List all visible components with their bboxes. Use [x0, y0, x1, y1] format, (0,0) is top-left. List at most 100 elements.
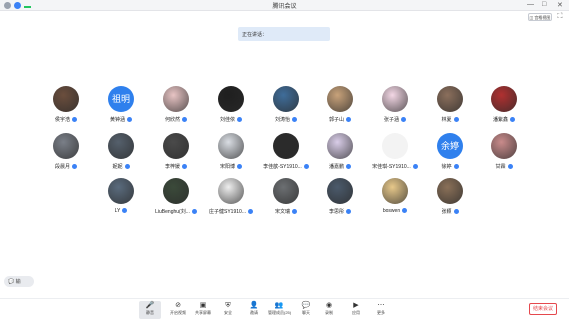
- avatar: [163, 86, 189, 112]
- participant-name-text: 张子涵: [383, 117, 399, 123]
- gallery-view-button[interactable]: ◫ 宫格视图: [528, 13, 552, 21]
- participant-tile[interactable]: 刘佳依: [203, 86, 259, 130]
- avatar: [108, 133, 134, 159]
- avatar: [218, 178, 244, 204]
- participant-tile[interactable]: LY: [93, 178, 149, 222]
- participant-name: 潘紫鑫: [476, 116, 532, 123]
- participant-name-text: 黄钟涵: [109, 117, 125, 123]
- toolbar-label: 聊天: [302, 310, 310, 315]
- close-button[interactable]: ✕: [557, 1, 563, 9]
- avatar: [108, 178, 134, 204]
- maximize-button[interactable]: □: [542, 1, 546, 8]
- participant-name: 庄子健SY1910...: [203, 208, 259, 215]
- mic-status-icon: [507, 164, 513, 170]
- participant-name-text: 甘霖: [495, 164, 506, 170]
- participant-name-text: 刘涛怡: [274, 117, 290, 123]
- mic-status-icon: [237, 164, 242, 170]
- participant-tile[interactable]: 林夏: [422, 86, 478, 130]
- participant-name: 妮妮: [93, 163, 149, 170]
- participant-tile[interactable]: 宋文瑞: [258, 178, 314, 222]
- participant-tile[interactable]: 甘霖: [476, 133, 532, 177]
- avatar: 余婷: [437, 133, 463, 159]
- participant-name-text: 李思彤: [328, 209, 344, 215]
- avatar: [491, 133, 517, 159]
- participant-tile[interactable]: 侯宇浩: [38, 86, 94, 130]
- toolbar-label: 安全: [224, 310, 232, 315]
- participant-name: 宋佳琪-SY1910...: [367, 163, 423, 170]
- chat-icon: 💬: [301, 302, 311, 309]
- toolbar-record-button[interactable]: ◉ 录制: [318, 301, 340, 319]
- participant-name: 潘嘉鹏: [312, 163, 368, 170]
- fullscreen-icon[interactable]: ⛶: [556, 13, 564, 21]
- participant-name-text: 李梓媛: [164, 164, 180, 170]
- participant-tile[interactable]: 余婷 徐婷: [422, 133, 478, 177]
- participant-name-text: 李佳歆-SY1910...: [263, 164, 302, 170]
- participant-tile[interactable]: 李思彤: [312, 178, 368, 222]
- toolbar-chat-button[interactable]: 💬 聊天: [295, 301, 317, 319]
- avatar: [327, 86, 353, 112]
- participant-tile[interactable]: boswen: [367, 178, 423, 222]
- participant-name-text: 潘嘉鹏: [328, 164, 344, 170]
- participant-tile[interactable]: 妮妮: [93, 133, 149, 177]
- participant-tile[interactable]: 段晨月: [38, 133, 94, 177]
- participant-tile[interactable]: 何欣然: [148, 86, 204, 130]
- participant-tile[interactable]: 李佳歆-SY1910...: [258, 133, 314, 177]
- minimize-button[interactable]: —: [527, 1, 534, 8]
- participant-tile[interactable]: LiuBenghu(刘...: [148, 178, 204, 222]
- avatar: [437, 178, 463, 204]
- toolbar-invite-button[interactable]: 👤 邀请: [243, 301, 265, 319]
- mic-status-icon: [72, 117, 77, 123]
- participant-tile[interactable]: 宋阳博: [203, 133, 259, 177]
- speaking-label: 正在讲话：: [242, 32, 268, 38]
- participant-name-text: 刘佳依: [219, 117, 235, 123]
- participant-tile[interactable]: 潘嘉鹏: [312, 133, 368, 177]
- toolbar-apps-button[interactable]: ▶ 应用: [345, 301, 367, 319]
- avatar: [273, 133, 299, 159]
- chat-input-pill[interactable]: 💬 输: [4, 276, 34, 287]
- participant-tile[interactable]: 张子涵: [367, 86, 423, 130]
- toolbar-label: 更多: [377, 310, 385, 315]
- avatar: [273, 178, 299, 204]
- mic-status-icon: [453, 164, 459, 170]
- participant-tile[interactable]: 庄子健SY1910...: [203, 178, 259, 222]
- participant-tile[interactable]: 李梓媛: [148, 133, 204, 177]
- toolbar-label: 共享屏幕: [195, 310, 211, 315]
- end-meeting-button[interactable]: 结束会议: [529, 303, 557, 315]
- avatar: [327, 178, 353, 204]
- toolbar-more-button[interactable]: ⋯ 更多: [370, 301, 392, 319]
- participant-name-text: 段晨月: [54, 164, 70, 170]
- participant-tile[interactable]: 刘涛怡: [258, 86, 314, 130]
- participant-name-text: boswen: [382, 208, 401, 214]
- toolbar-label: 邀请: [250, 310, 258, 315]
- toolbar-screen-share-button[interactable]: ▣ 共享屏幕: [192, 301, 214, 319]
- participant-tile[interactable]: 宋佳琪-SY1910...: [367, 133, 423, 177]
- toolbar-shield-button[interactable]: ⛨ 安全: [217, 301, 239, 319]
- participant-tile[interactable]: 祖明 黄钟涵: [93, 86, 149, 130]
- avatar: [273, 86, 299, 112]
- participant-tile[interactable]: 潘紫鑫: [476, 86, 532, 130]
- participant-name: 张颖: [422, 208, 478, 215]
- toolbar-label: 开启视频: [170, 310, 186, 315]
- mic-status-icon: [247, 209, 253, 215]
- mic-status-icon: [292, 117, 297, 123]
- toolbar-camera-off-button[interactable]: ⊘ 开启视频: [167, 301, 189, 319]
- participant-name: LY: [93, 208, 149, 214]
- participant-name: 宋阳博: [203, 163, 259, 170]
- participant-name: 李佳歆-SY1910...: [258, 163, 314, 170]
- shield-icon: ⛨: [225, 302, 231, 309]
- toolbar-members-button[interactable]: 👥 管理成员(25): [268, 301, 291, 319]
- participant-tile[interactable]: 张颖: [422, 178, 478, 222]
- toolbar-microphone-button[interactable]: 🎤 静音: [139, 301, 161, 319]
- record-icon: ◉: [325, 302, 333, 309]
- mic-status-icon: [182, 117, 187, 123]
- mic-status-icon: [402, 208, 408, 214]
- avatar: [382, 86, 408, 112]
- invite-icon: 👤: [249, 302, 259, 309]
- window-title: 腾讯会议: [272, 4, 297, 10]
- avatar: [327, 133, 353, 159]
- avatar: [491, 86, 517, 112]
- participant-name-text: 潘紫鑫: [492, 117, 508, 123]
- participant-tile[interactable]: 郭子山: [312, 86, 368, 130]
- participant-name-text: 侯宇浩: [54, 117, 70, 123]
- avatar: [382, 133, 408, 159]
